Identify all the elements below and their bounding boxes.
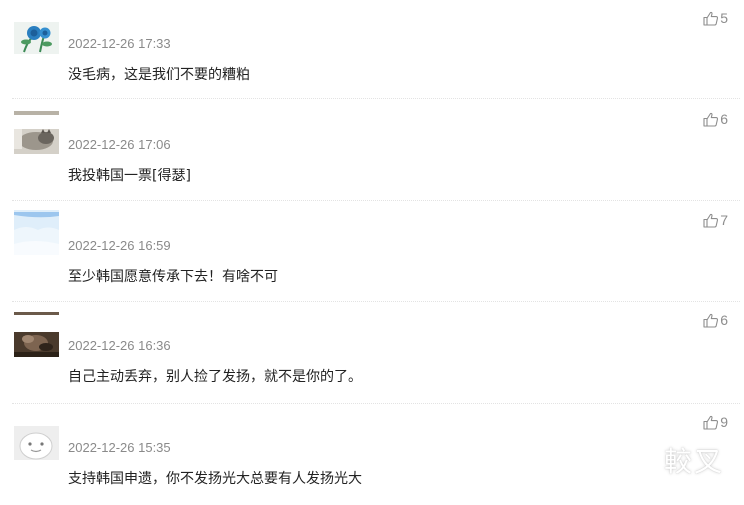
avatar[interactable] [14, 210, 59, 255]
like-button[interactable]: 7 [703, 211, 728, 229]
thumbs-up-icon [703, 213, 719, 228]
like-button[interactable]: 9 [703, 413, 728, 431]
comment-timestamp: 2022-12-26 16:59 [68, 238, 171, 253]
comment-text: 我投韩国一票[得瑟] [68, 168, 191, 184]
cartoon-face-avatar-icon [14, 426, 59, 460]
comment-timestamp: 2022-12-26 17:33 [68, 36, 171, 51]
blue-rose-avatar-icon [14, 22, 59, 54]
like-button[interactable]: 6 [703, 110, 728, 128]
thumbs-up-icon [703, 112, 719, 127]
avatar[interactable] [14, 22, 59, 54]
comment-list: 2022-12-26 17:33 没毛病，这是我们不要的糟粕 5 2022-12… [0, 0, 744, 495]
comment-timestamp: 2022-12-26 17:06 [68, 137, 171, 152]
sky-photo-avatar-icon [14, 210, 59, 255]
like-count: 6 [720, 312, 728, 328]
thumbs-up-icon [703, 313, 719, 328]
divider [12, 98, 740, 99]
comment-text: 支持韩国申遗，你不发扬光大总要有人发扬光大 [68, 471, 362, 487]
brown-photo-avatar-icon [14, 312, 59, 357]
comment-text: 自己主动丢弃，别人捡了发扬，就不是你的了。 [68, 369, 362, 385]
comment-item: 2022-12-26 15:35 支持韩国申遗，你不发扬光大总要有人发扬光大 9 [0, 404, 744, 505]
comment-item: 2022-12-26 17:06 我投韩国一票[得瑟] 6 [0, 101, 744, 202]
comment-item: 2022-12-26 16:36 自己主动丢弃，别人捡了发扬，就不是你的了。 6 [0, 302, 744, 403]
cat-photo-avatar-icon [14, 109, 59, 154]
comment-item: 2022-12-26 16:59 至少韩国愿意传承下去！有啥不可 7 [0, 202, 744, 303]
divider [12, 200, 740, 201]
thumbs-up-icon [703, 11, 719, 26]
comment-text: 至少韩国愿意传承下去！有啥不可 [68, 269, 278, 285]
watermark-text: 較叉 [664, 445, 725, 478]
like-button[interactable]: 6 [703, 311, 728, 329]
thumbs-up-icon [703, 415, 719, 430]
comment-timestamp: 2022-12-26 15:35 [68, 440, 171, 455]
comment-text: 没毛病，这是我们不要的糟粕 [68, 67, 250, 83]
like-count: 6 [720, 111, 728, 127]
like-count: 9 [720, 414, 728, 430]
avatar[interactable] [14, 426, 59, 460]
like-count: 5 [720, 10, 728, 26]
avatar[interactable] [14, 109, 59, 154]
like-count: 7 [720, 212, 728, 228]
like-button[interactable]: 5 [703, 9, 728, 27]
comment-item: 2022-12-26 17:33 没毛病，这是我们不要的糟粕 5 [0, 0, 744, 101]
avatar[interactable] [14, 312, 59, 357]
comment-timestamp: 2022-12-26 16:36 [68, 338, 171, 353]
